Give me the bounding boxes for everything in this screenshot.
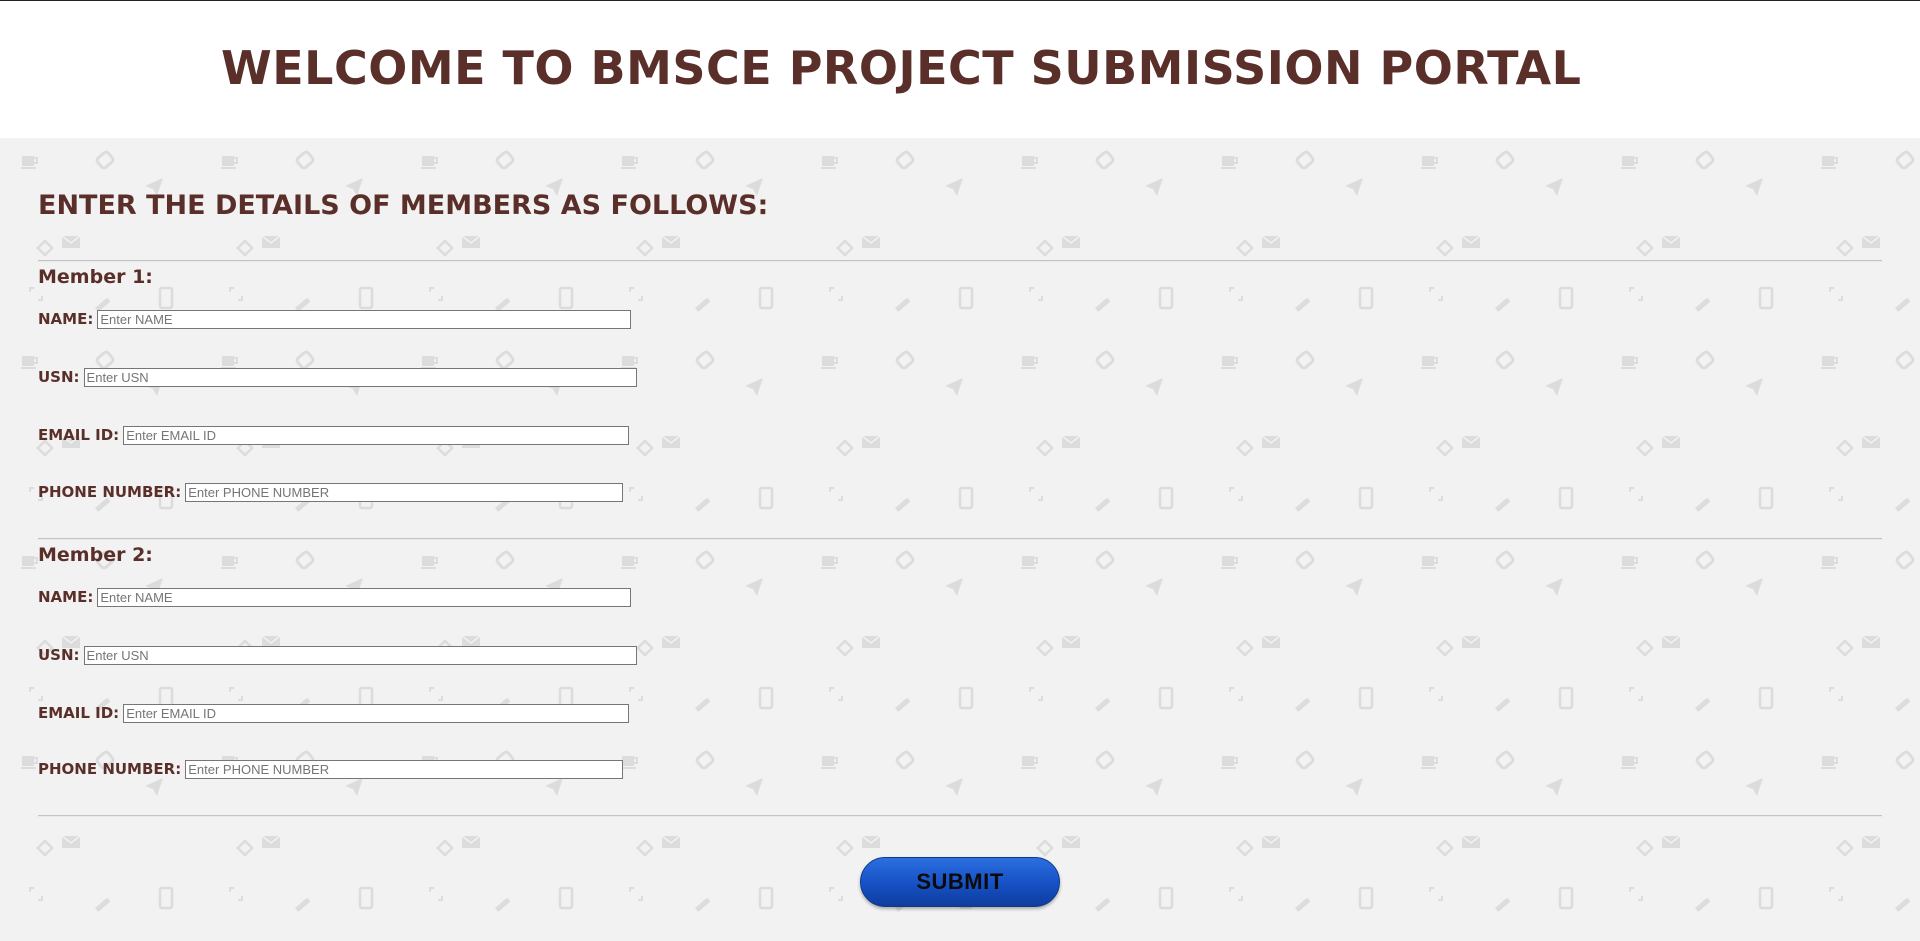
member-2-name-row: NAME: — [38, 586, 632, 608]
page-title: WELCOME TO BMSCE PROJECT SUBMISSION PORT… — [221, 41, 1582, 95]
member-1-phone-row: PHONE NUMBER: — [38, 481, 624, 503]
instructions-heading: ENTER THE DETAILS OF MEMBERS AS FOLLOWS: — [38, 190, 769, 221]
member-1-title: Member 1: — [38, 266, 153, 288]
member-1-usn-row: USN: — [38, 366, 637, 388]
member-1-phone-label: PHONE NUMBER: — [38, 483, 182, 501]
member-1-name-label: NAME: — [38, 310, 94, 328]
member-2-email-input[interactable] — [123, 703, 630, 723]
member-2-phone-label: PHONE NUMBER: — [38, 760, 182, 778]
divider — [38, 260, 1882, 262]
submit-button[interactable]: SUBMIT — [860, 857, 1060, 907]
form-area: ENTER THE DETAILS OF MEMBERS AS FOLLOWS:… — [0, 138, 1920, 941]
member-1-usn-input[interactable] — [83, 367, 637, 387]
member-2-usn-row: USN: — [38, 644, 637, 666]
member-2-phone-input[interactable] — [185, 759, 624, 779]
divider — [38, 815, 1882, 817]
member-1-email-row: EMAIL ID: — [38, 424, 630, 446]
member-1-email-label: EMAIL ID: — [38, 426, 120, 444]
page-header: WELCOME TO BMSCE PROJECT SUBMISSION PORT… — [0, 1, 1920, 138]
member-2-phone-row: PHONE NUMBER: — [38, 758, 624, 780]
member-1-name-input[interactable] — [97, 309, 632, 329]
member-1-usn-label: USN: — [38, 368, 80, 386]
member-2-name-input[interactable] — [97, 587, 632, 607]
member-2-usn-label: USN: — [38, 646, 80, 664]
divider — [38, 538, 1882, 540]
member-2-title: Member 2: — [38, 544, 153, 566]
member-2-email-row: EMAIL ID: — [38, 702, 630, 724]
member-2-usn-input[interactable] — [83, 645, 637, 665]
member-2-email-label: EMAIL ID: — [38, 704, 120, 722]
member-1-phone-input[interactable] — [185, 482, 624, 502]
member-2-name-label: NAME: — [38, 588, 94, 606]
member-1-email-input[interactable] — [123, 425, 630, 445]
member-1-name-row: NAME: — [38, 308, 632, 330]
